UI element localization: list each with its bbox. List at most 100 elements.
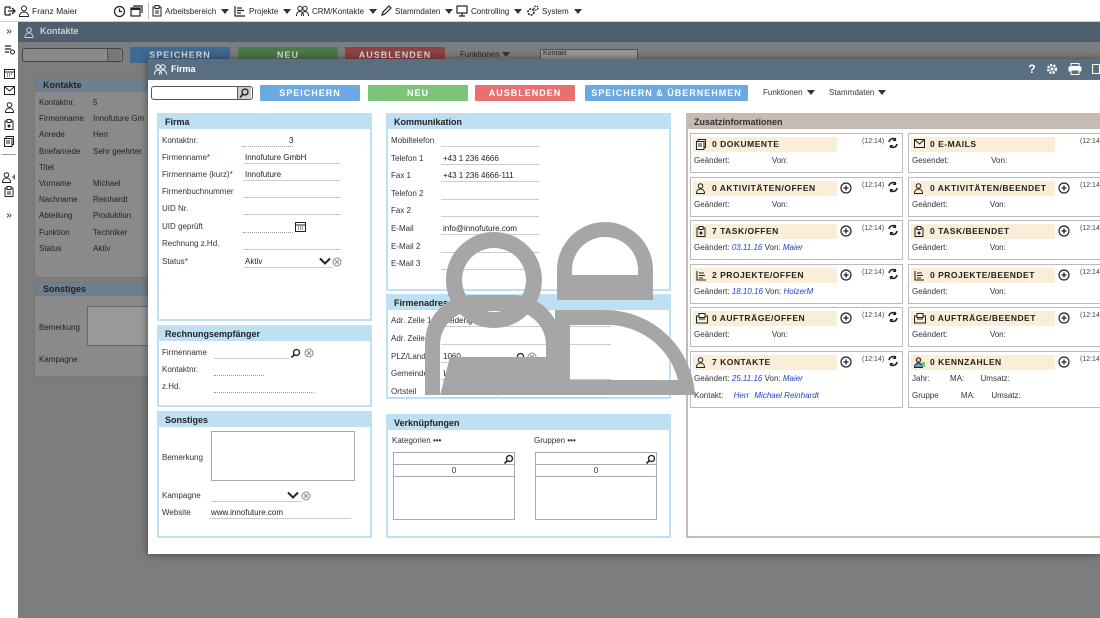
logout-icon[interactable] — [4, 3, 16, 19]
search-icon[interactable] — [514, 352, 525, 363]
funktionen-menu[interactable]: Funktionen — [763, 88, 815, 97]
search-icon[interactable] — [503, 454, 514, 465]
info-card-title[interactable]: 7 TASK/OFFEN — [693, 224, 837, 240]
stammdaten-menu[interactable]: Stammdaten — [829, 88, 887, 97]
bemerkung-textarea[interactable] — [211, 431, 355, 481]
kommunikation-field-value[interactable]: +43 1 236 4666 — [443, 154, 499, 163]
clear-icon[interactable] — [332, 257, 342, 267]
add-icon[interactable] — [1058, 312, 1070, 324]
search-icon[interactable] — [237, 87, 251, 99]
menu-crm-kontakte[interactable]: CRM/Kontakte — [296, 3, 378, 19]
info-card-title[interactable]: 7 KONTAKTE — [693, 355, 837, 370]
info-card-row: Geändert: 25.11.16 Von: Maier — [694, 374, 803, 383]
kommunikation-field-value[interactable]: info@innofuture.com — [443, 224, 517, 233]
calendar-icon[interactable] — [2, 66, 16, 80]
search-icon[interactable] — [290, 348, 301, 359]
close-window-icon[interactable] — [1092, 64, 1100, 74]
gruppen-list[interactable]: 0 — [535, 452, 657, 520]
refresh-icon[interactable] — [887, 355, 899, 367]
adresse-field-value[interactable]: Seidengasse — [443, 316, 489, 325]
settings-gear-icon[interactable] — [1046, 63, 1058, 75]
menu-arbeitsbereich[interactable]: Arbeitsbereich — [152, 3, 230, 19]
settings-list-icon[interactable] — [2, 42, 16, 56]
info-card-time: (12:14 — [1080, 268, 1100, 276]
firma-field-value[interactable]: Innofuture GmbH — [245, 153, 306, 162]
background-row-label: Briefanrede — [39, 146, 81, 156]
info-card-title[interactable]: 0 AUFTRÄGE/BEENDET — [911, 311, 1055, 327]
kommunikation-field-value[interactable]: +43 1 236 4666-111 — [443, 171, 514, 180]
expand-icon-2[interactable]: » — [2, 208, 16, 222]
website-value[interactable]: www.innofuture.com — [211, 508, 283, 517]
save-apply-button[interactable]: SPEICHERN & ÜBERNEHMEN — [585, 85, 748, 101]
kategorien-list[interactable]: 0 — [393, 452, 515, 520]
refresh-icon[interactable] — [887, 137, 899, 149]
info-card-title[interactable]: 0 KENNZAHLEN — [911, 355, 1055, 370]
calendar-icon[interactable] — [295, 221, 306, 232]
adresse-field-value[interactable]: Wien 6. Bezirk (Mariahilf — [443, 387, 530, 396]
print-icon[interactable] — [1068, 63, 1082, 75]
refresh-icon[interactable] — [887, 311, 899, 323]
info-card-title[interactable]: 0 TASK/BEENDET — [911, 224, 1055, 240]
add-icon[interactable] — [840, 312, 852, 324]
clear-icon[interactable] — [527, 352, 537, 362]
user-menu[interactable]: Franz Maier — [19, 3, 77, 19]
menu-projekte[interactable]: Projekte — [234, 3, 292, 19]
chevron-down-icon[interactable] — [319, 257, 331, 266]
documents-icon[interactable] — [2, 134, 16, 148]
info-card-title[interactable]: 0 E-MAILS — [911, 137, 1055, 152]
search-icon[interactable] — [645, 454, 656, 465]
background-row-value: Innofuture Gm — [93, 114, 145, 124]
refresh-icon[interactable] — [887, 268, 899, 280]
add-icon[interactable] — [840, 269, 852, 281]
info-card-date: 25.11.16 — [731, 374, 763, 383]
add-icon[interactable] — [1058, 269, 1070, 281]
save-button[interactable]: SPEICHERN — [260, 85, 360, 101]
info-card-title[interactable]: 0 AUFTRÄGE/OFFEN — [693, 311, 837, 327]
clipboard-icon[interactable] — [2, 184, 16, 198]
info-card-title[interactable]: 0 DOKUMENTE — [693, 137, 837, 152]
firma-field-value[interactable]: Aktiv — [245, 257, 262, 266]
menu-stammdaten[interactable]: Stammdaten — [380, 3, 454, 19]
firma-field-label: Status* — [162, 257, 188, 266]
kommunikation-field-label: Mobiltelefon — [391, 136, 435, 145]
chevron-down-icon[interactable] — [287, 491, 299, 500]
refresh-icon[interactable] — [887, 181, 899, 193]
info-card: 0 AUFTRÄGE/OFFEN (12:14) Geändert: Von: — [690, 307, 903, 348]
new-button[interactable]: NEU — [368, 85, 468, 101]
add-icon[interactable] — [840, 181, 852, 194]
menu-system[interactable]: System — [526, 3, 582, 19]
add-icon[interactable] — [1058, 356, 1070, 368]
add-icon[interactable] — [840, 356, 852, 368]
kategorien-count: 0 — [394, 465, 514, 477]
info-card-title[interactable]: 0 AKTIVITÄTEN/OFFEN — [693, 180, 837, 196]
person-icon[interactable] — [2, 100, 16, 114]
clear-icon[interactable] — [301, 491, 311, 501]
add-icon[interactable] — [1058, 225, 1070, 237]
info-card-row: Geändert: Von: — [694, 199, 788, 209]
clear-icon[interactable] — [304, 348, 314, 358]
add-icon[interactable] — [1058, 181, 1070, 194]
firma-field-value[interactable]: 3 — [289, 136, 293, 145]
add-icon[interactable] — [840, 225, 852, 237]
info-card-time: (12:14) — [862, 181, 885, 189]
info-card-title[interactable]: 2 PROJEKTE/OFFEN — [693, 267, 837, 283]
info-card-user: Maier — [782, 243, 803, 253]
contact-active-icon[interactable] — [2, 170, 16, 184]
info-card-title[interactable]: 0 PROJEKTE/BEENDET — [911, 267, 1055, 283]
hide-button[interactable]: AUSBLENDEN — [475, 85, 575, 101]
adresse-field-value[interactable]: 1060 — [443, 352, 461, 361]
mail-icon[interactable] — [2, 83, 16, 97]
help-icon[interactable]: ? — [1024, 62, 1040, 78]
info-card-title[interactable]: 0 AKTIVITÄTEN/BEENDET — [911, 180, 1055, 196]
menu-controlling[interactable]: Controlling — [456, 3, 523, 19]
expand-icon[interactable]: » — [2, 24, 16, 38]
adresse-field-value[interactable]: Wien — [443, 369, 461, 378]
rechnung-panel-title: Rechnungsempfänger — [159, 327, 370, 341]
firma-field-value[interactable]: Innofuture — [245, 170, 281, 179]
history-icon[interactable] — [113, 3, 126, 19]
refresh-icon[interactable] — [887, 224, 899, 236]
windows-icon[interactable] — [130, 3, 143, 19]
task-icon[interactable] — [2, 117, 16, 131]
dialog-search-input[interactable] — [151, 86, 253, 100]
workspace-icon — [152, 5, 162, 17]
